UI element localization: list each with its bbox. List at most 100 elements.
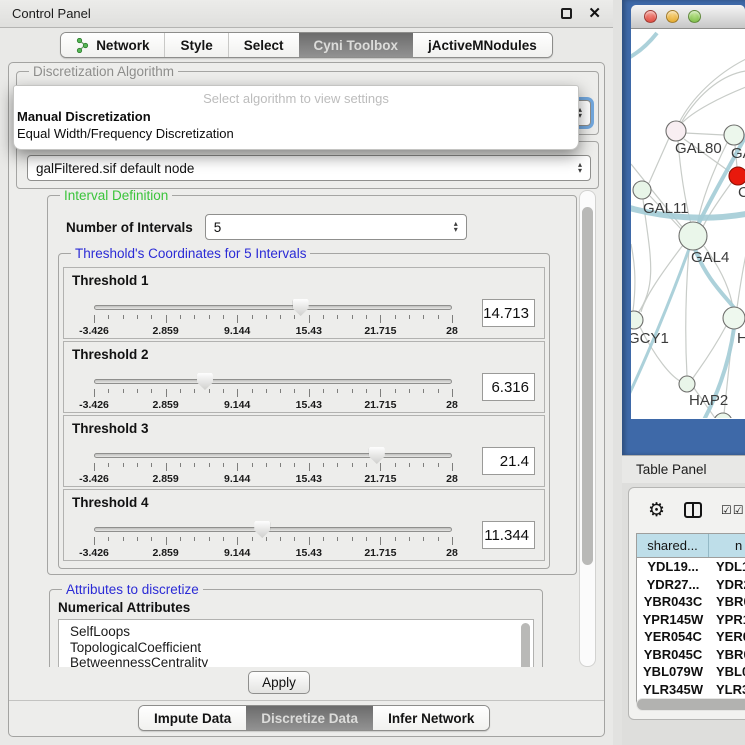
close-traffic-light-icon[interactable] [644, 10, 657, 23]
list-item[interactable]: TopologicalCoefficient [70, 640, 533, 656]
gear-icon[interactable]: ⚙ [648, 501, 665, 520]
svg-text:GCY1: GCY1 [631, 330, 669, 347]
slider-thumb[interactable] [254, 521, 270, 538]
table-row[interactable]: YBR043CYBR0 [637, 593, 745, 611]
table-horizontal-scrollbar[interactable] [636, 698, 745, 711]
table-row[interactable]: YBR045CYBR0 [637, 646, 745, 664]
minimize-traffic-light-icon[interactable] [666, 10, 679, 23]
control-panel: Control Panel ✕ Network Style S [0, 0, 613, 745]
thresholds-coordinates-group: Threshold's Coordinates for 5 Intervals … [58, 253, 550, 569]
slider-tick-labels: -3.4262.8599.14415.4321.71528 [94, 473, 452, 485]
scrollbar-thumb[interactable] [582, 207, 593, 565]
table-header-row: shared... n [637, 534, 745, 558]
algorithm-dropdown-popup: Select algorithm to view settings Manual… [13, 85, 579, 150]
tab-network[interactable]: Network [61, 33, 164, 57]
slider-thumb[interactable] [293, 299, 309, 316]
table-row[interactable]: YBL079WYBL0 [637, 663, 745, 681]
number-of-intervals-combobox[interactable]: 5 ▴▾ [205, 214, 467, 240]
bottom-tab-strip: Impute Data Discretize Data Infer Networ… [138, 705, 490, 731]
column-header-name[interactable]: n [709, 538, 745, 553]
threshold-2-value-field[interactable]: 6.316 [482, 373, 535, 401]
tab-discretize-data[interactable]: Discretize Data [246, 706, 373, 730]
slider-track[interactable] [94, 305, 452, 310]
table-data-combobox[interactable]: galFiltered.sif default node ▴▾ [27, 155, 591, 181]
tab-cyni-toolbox[interactable]: Cyni Toolbox [299, 33, 414, 57]
tab-select[interactable]: Select [228, 33, 299, 57]
numerical-attributes-label: Numerical Attributes [58, 600, 190, 615]
network-view-frame: GAL80GACGAL11GAL4GCY1HHAP2 [622, 0, 745, 455]
threshold-2-row: Threshold 2 -3.4262.8599.14415.4321.7152… [63, 341, 545, 413]
tab-impute-data-label: Impute Data [154, 711, 231, 726]
thresholds-coordinates-group-label: Threshold's Coordinates for 5 Intervals [71, 246, 310, 261]
screen: Control Panel ✕ Network Style S [0, 0, 745, 745]
table-row[interactable]: YDL19...YDL1 [637, 558, 745, 576]
float-window-icon[interactable] [561, 8, 572, 19]
settings-vertical-scrollbar[interactable] [579, 190, 596, 667]
slider-track[interactable] [94, 379, 452, 384]
table-row[interactable]: YDR27...YDR2 [637, 576, 745, 594]
zoom-traffic-light-icon[interactable] [688, 10, 701, 23]
network-icon [76, 38, 89, 53]
settings-scroll-viewport: Interval Definition Number of Intervals … [16, 190, 599, 667]
tab-jactivemnodules[interactable]: jActiveMNodules [413, 33, 552, 57]
slider-tick-labels: -3.4262.8599.14415.4321.71528 [94, 547, 452, 559]
tab-infer-network-label: Infer Network [388, 711, 474, 726]
svg-text:C: C [738, 184, 745, 201]
apply-button[interactable]: Apply [248, 671, 310, 694]
network-window-titlebar [631, 5, 745, 29]
table-panel-titlebar: Table Panel [622, 455, 745, 483]
popup-option-equal-width-frequency[interactable]: Equal Width/Frequency Discretization [14, 125, 578, 142]
threshold-1-slider[interactable]: -3.4262.8599.14415.4321.71528 [94, 305, 452, 337]
columns-icon[interactable] [684, 502, 702, 518]
network-graph[interactable]: GAL80GACGAL11GAL4GCY1HHAP2 [631, 29, 745, 418]
tab-jactivemnodules-label: jActiveMNodules [428, 38, 537, 53]
control-panel-titlebar: Control Panel ✕ [0, 0, 613, 28]
attributes-to-discretize-group: Attributes to discretize Numerical Attri… [49, 589, 543, 667]
threshold-2-slider[interactable]: -3.4262.8599.14415.4321.71528 [94, 379, 452, 411]
threshold-3-label: Threshold 3 [72, 421, 149, 436]
slider-track[interactable] [94, 453, 452, 458]
svg-text:H: H [737, 330, 745, 347]
interval-definition-group: Interval Definition Number of Intervals … [47, 195, 577, 575]
scrollbar-thumb[interactable] [637, 699, 745, 710]
table-row[interactable]: YLR345WYLR3 [637, 681, 745, 699]
network-canvas[interactable]: GAL80GACGAL11GAL4GCY1HHAP2 [631, 29, 745, 418]
slider-tick-labels: -3.4262.8599.14415.4321.71528 [94, 325, 452, 337]
column-header-shared-name[interactable]: shared... [637, 534, 709, 557]
table-panel-toolbar: ⚙ ☑☑ [629, 488, 745, 532]
slider-thumb[interactable] [369, 447, 385, 464]
threshold-1-value-field[interactable]: 14.713 [482, 299, 535, 327]
svg-text:GAL80: GAL80 [675, 140, 722, 157]
threshold-3-slider[interactable]: -3.4262.8599.14415.4321.71528 [94, 453, 452, 485]
table-row[interactable]: YPR145WYPR1 [637, 611, 745, 629]
tab-cyni-toolbox-label: Cyni Toolbox [314, 38, 399, 53]
node-table: shared... n YDL19...YDL1YDR27...YDR2YBR0… [636, 533, 745, 705]
list-item[interactable]: SelfLoops [70, 624, 533, 640]
svg-text:GA: GA [731, 145, 745, 162]
threshold-2-label: Threshold 2 [72, 347, 149, 362]
slider-tick-labels: -3.4262.8599.14415.4321.71528 [94, 399, 452, 411]
table-panel: ⚙ ☑☑ shared... n YDL19...YDL1YDR27...YDR… [628, 487, 745, 720]
list-item[interactable]: BetweennessCentrality [70, 655, 533, 667]
control-panel-title: Control Panel [12, 6, 91, 21]
slider-ticks [94, 537, 452, 546]
popup-option-manual-discretization[interactable]: Manual Discretization [14, 108, 578, 125]
close-icon[interactable]: ✕ [588, 6, 601, 21]
slider-thumb[interactable] [197, 373, 213, 390]
threshold-4-slider[interactable]: -3.4262.8599.14415.4321.71528 [94, 527, 452, 559]
table-panel-title: Table Panel [636, 462, 707, 477]
tab-impute-data[interactable]: Impute Data [139, 706, 246, 730]
table-rows: YDL19...YDL1YDR27...YDR2YBR043CYBR0YPR14… [637, 558, 745, 704]
tab-style[interactable]: Style [164, 33, 227, 57]
threshold-3-value-field[interactable]: 21.4 [482, 447, 535, 475]
attributes-list-scrollbar[interactable] [521, 623, 530, 667]
tab-infer-network[interactable]: Infer Network [373, 706, 489, 730]
numerical-attributes-list[interactable]: SelfLoopsTopologicalCoefficientBetweenne… [58, 619, 534, 667]
svg-text:GAL4: GAL4 [691, 249, 729, 266]
slider-track[interactable] [94, 527, 452, 532]
select-columns-checkbox-icon[interactable]: ☑☑ [721, 503, 745, 517]
attributes-group-label: Attributes to discretize [62, 582, 203, 597]
table-row[interactable]: YER054CYER0 [637, 628, 745, 646]
svg-text:GAL11: GAL11 [643, 200, 689, 217]
threshold-4-value-field[interactable]: 11.344 [482, 521, 535, 549]
